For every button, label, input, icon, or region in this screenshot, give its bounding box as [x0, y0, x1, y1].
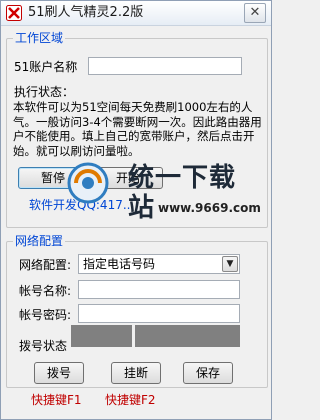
- hotkey-f2-label: 快捷键F2: [105, 393, 156, 407]
- account-label: 帐号名称:: [19, 284, 72, 298]
- dial-status-label: 拨号状态: [19, 339, 68, 353]
- work-area-legend: 工作区域: [13, 31, 66, 45]
- description-text: 本软件可以为51空间每天免费刷1000左右的人气。一般访问3-4个需要断网一次。…: [13, 100, 262, 158]
- status-label: 执行状态：: [14, 85, 75, 99]
- watermark: 统一下载站 www.9669.com: [66, 161, 261, 223]
- dial-status-box-1: [71, 325, 132, 347]
- close-button[interactable]: ✕: [244, 3, 266, 23]
- account-name-input[interactable]: [88, 57, 242, 75]
- dial-status-box-2: [135, 325, 240, 347]
- network-config-select[interactable]: 指定电话号码 ▼: [78, 254, 240, 274]
- app-window: 51刷人气精灵2.2版 ✕ 工作区域 51账户名称 执行状态： 本软件可以为51…: [0, 0, 272, 420]
- hangup-button[interactable]: 挂断: [111, 362, 161, 384]
- network-config-value: 指定电话号码: [83, 257, 156, 271]
- chevron-down-icon[interactable]: ▼: [222, 256, 238, 272]
- watermark-logo: [67, 162, 109, 204]
- account-name-label: 51账户名称: [14, 60, 78, 74]
- dial-button[interactable]: 拨号: [34, 362, 84, 384]
- title-bar[interactable]: 51刷人气精灵2.2版 ✕: [1, 1, 271, 26]
- password-input[interactable]: [78, 304, 240, 323]
- network-legend: 网络配置: [13, 234, 66, 248]
- window-title: 51刷人气精灵2.2版: [28, 5, 144, 20]
- hotkey-f1-label: 快捷键F1: [31, 393, 82, 407]
- app-icon: [6, 5, 22, 21]
- save-button[interactable]: 保存: [183, 362, 233, 384]
- password-label: 帐号密码:: [19, 308, 72, 322]
- network-config-label: 网络配置:: [19, 258, 72, 272]
- account-input[interactable]: [78, 280, 240, 299]
- close-icon: ✕: [249, 5, 261, 20]
- watermark-url: www.9669.com: [158, 201, 261, 215]
